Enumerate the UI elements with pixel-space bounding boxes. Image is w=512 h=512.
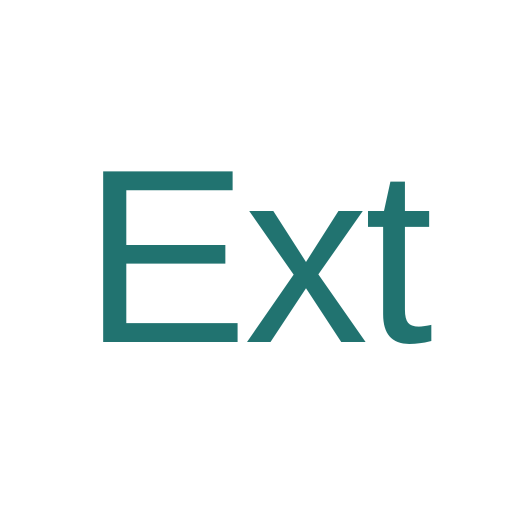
canvas: Ext: [0, 0, 512, 512]
logo-wordmark: Ext: [82, 117, 433, 395]
